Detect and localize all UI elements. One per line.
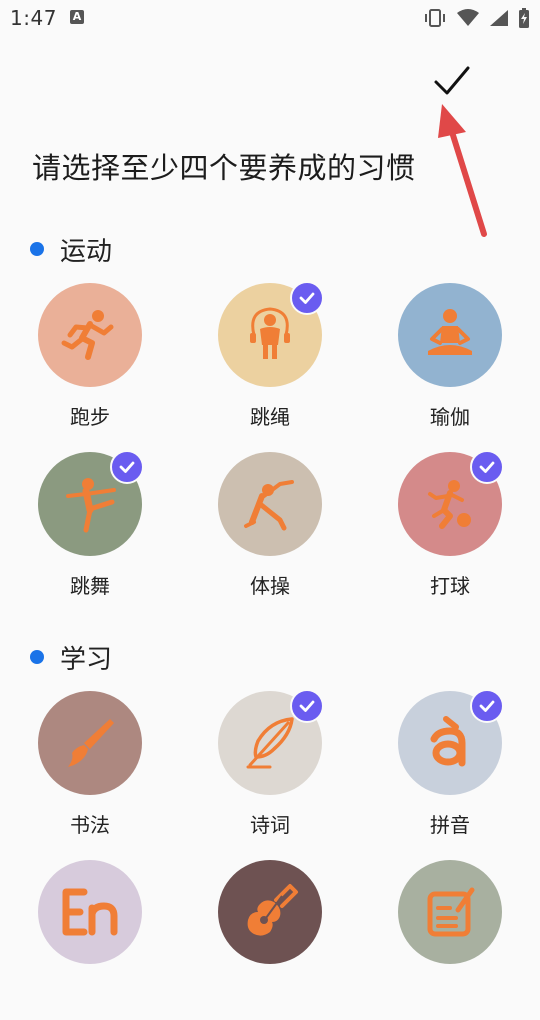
gymnastics-icon (244, 480, 294, 531)
habit-label: 书法 (70, 813, 110, 837)
habit-circle (398, 860, 502, 964)
jump-rope-icon (250, 307, 290, 359)
selected-check-icon (470, 689, 504, 723)
selected-check-icon (110, 450, 144, 484)
habit-circle (218, 452, 322, 556)
habit-circle (38, 283, 142, 387)
status-icons (423, 7, 530, 29)
habit-item-ball-sport[interactable]: 打球 (365, 450, 535, 612)
selected-check-icon (290, 281, 324, 315)
habit-item-pinyin[interactable]: 拼音 (365, 689, 535, 851)
habit-label: 拼音 (430, 813, 470, 837)
habit-label: 瑜伽 (430, 405, 470, 429)
running-icon (61, 310, 114, 360)
guitar-icon (247, 884, 298, 936)
yoga-icon (428, 309, 472, 355)
notification-icon: A (70, 10, 84, 24)
battery-icon (518, 8, 530, 28)
habit-item-calligraphy[interactable]: 书法 (5, 691, 175, 851)
ball-sport-icon (428, 480, 471, 529)
habit-item-dance[interactable]: 跳舞 (5, 450, 175, 612)
habit-item-gymnastics[interactable]: 体操 (185, 452, 355, 612)
section-dot (30, 242, 44, 256)
habit-label: 跑步 (70, 405, 110, 429)
habit-item-jump-rope[interactable]: 跳绳 (185, 281, 355, 443)
habit-item-poetry[interactable]: 诗词 (185, 689, 355, 851)
section-header-sports: 运动 (30, 232, 113, 267)
confirm-button[interactable] (428, 60, 474, 104)
habit-circle (38, 691, 142, 795)
habit-item-english[interactable] (5, 860, 175, 1020)
selected-check-icon (290, 689, 324, 723)
habit-item-note[interactable] (365, 860, 535, 1020)
vibrate-icon (423, 9, 447, 27)
habit-label: 跳舞 (70, 574, 110, 598)
selected-check-icon (470, 450, 504, 484)
wifi-icon (456, 9, 480, 27)
checkmark-icon (434, 66, 470, 95)
habit-circle (38, 860, 142, 964)
page-title: 请选择至少四个要养成的习惯 (32, 151, 416, 185)
signal-icon (489, 9, 509, 27)
note-edit-icon (427, 887, 475, 937)
habit-label: 诗词 (250, 813, 290, 837)
habit-item-guitar[interactable] (185, 860, 355, 1020)
status-time: 1:47 (10, 6, 57, 30)
habit-item-yoga[interactable]: 瑜伽 (365, 283, 535, 443)
feather-quill-icon (246, 717, 294, 769)
habit-label: 跳绳 (250, 405, 290, 429)
habit-label: 体操 (250, 574, 290, 598)
pinyin-a-icon (430, 716, 466, 767)
habit-label: 打球 (430, 574, 470, 598)
calligraphy-brush-icon (68, 719, 114, 767)
habit-circle (398, 283, 502, 387)
section-dot (30, 650, 44, 664)
section-header-study: 学习 (30, 640, 113, 675)
habit-item-running[interactable]: 跑步 (5, 283, 175, 443)
section-title: 运动 (60, 236, 113, 267)
habit-circle (218, 860, 322, 964)
english-en-icon (62, 888, 118, 936)
dance-icon (66, 478, 116, 533)
section-title: 学习 (60, 644, 113, 675)
status-bar: 1:47 A (0, 0, 540, 36)
